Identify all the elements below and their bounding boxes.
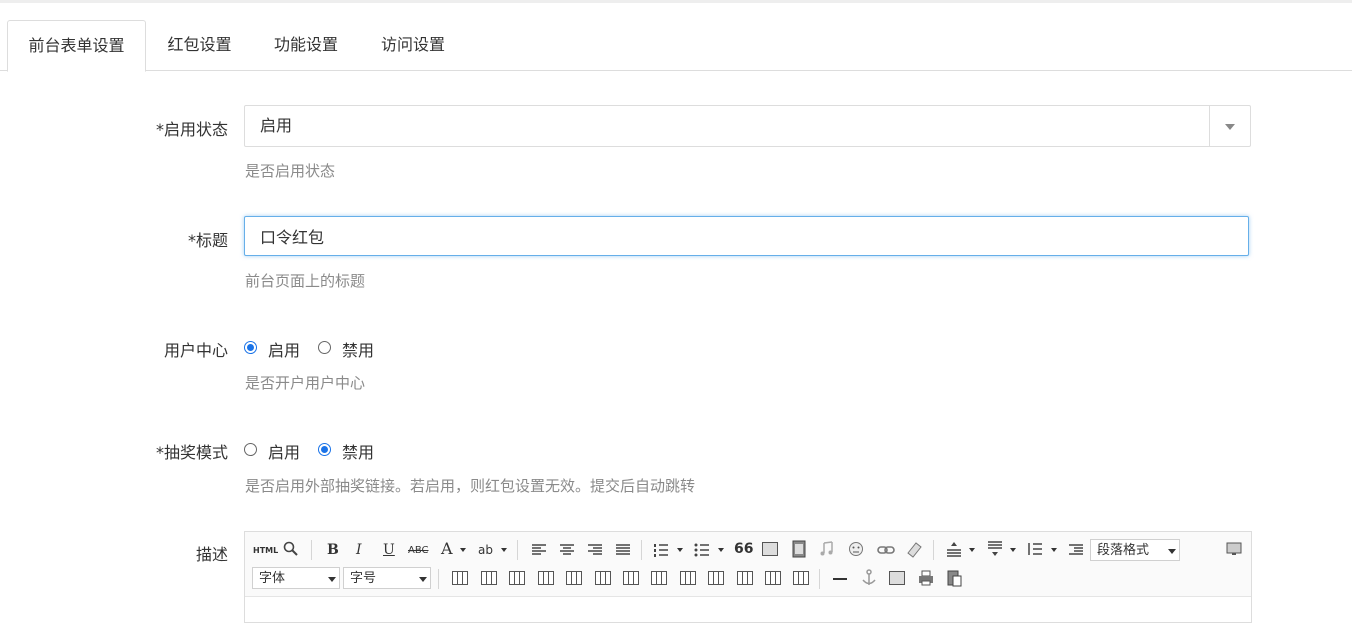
- tab-frontend-form-settings[interactable]: 前台表单设置: [7, 20, 146, 72]
- title-label: *标题: [187, 231, 228, 250]
- tab-bar: 前台表单设置 红包设置 功能设置 访问设置: [0, 20, 1352, 72]
- fullscreen-icon[interactable]: [1226, 541, 1242, 555]
- ordered-list-icon[interactable]: [653, 542, 669, 557]
- toolbar-separator: [933, 540, 934, 560]
- caret-down-icon: [328, 577, 336, 582]
- user-center-disable-label[interactable]: 禁用: [342, 337, 374, 361]
- lottery-mode-label: *抽奖模式: [155, 443, 228, 462]
- user-center-enable-radio[interactable]: [244, 341, 257, 354]
- tab-red-packet-settings[interactable]: 红包设置: [152, 20, 247, 70]
- merge-down-icon[interactable]: [708, 571, 724, 585]
- back-color-button[interactable]: ab: [478, 541, 493, 559]
- merge-right-icon[interactable]: [680, 571, 696, 585]
- description-label: 描述: [195, 545, 228, 564]
- title-help: 前台页面上的标题: [245, 272, 366, 290]
- unordered-list-icon[interactable]: [694, 542, 710, 557]
- status-select-value: 启用: [260, 116, 293, 135]
- split-to-cells-icon[interactable]: [737, 571, 753, 585]
- toolbar-separator: [641, 540, 642, 560]
- font-family-select[interactable]: 字体: [252, 567, 340, 589]
- bold-button[interactable]: B: [327, 541, 339, 559]
- caret-down-icon[interactable]: [460, 548, 466, 552]
- insert-paragraph-before-table-icon[interactable]: [509, 571, 525, 585]
- tab-access-settings[interactable]: 访问设置: [365, 20, 461, 70]
- emotion-icon[interactable]: [848, 541, 864, 556]
- lottery-mode-enable-label[interactable]: 启用: [268, 439, 300, 463]
- paragraph-format-value: 段落格式: [1097, 543, 1150, 558]
- anchor-icon[interactable]: [861, 569, 877, 585]
- insert-frame-icon[interactable]: [889, 571, 905, 585]
- status-label: *启用状态: [155, 120, 228, 139]
- font-size-value: 字号: [350, 571, 377, 586]
- caret-down-icon: [419, 577, 427, 582]
- caret-down-icon: [1168, 549, 1176, 554]
- caret-down-icon[interactable]: [1051, 548, 1057, 552]
- strikethrough-button[interactable]: ABC: [408, 542, 429, 560]
- delete-row-icon[interactable]: [566, 571, 582, 585]
- font-size-select[interactable]: 字号: [343, 567, 431, 589]
- align-center-icon[interactable]: [559, 542, 575, 556]
- caret-down-icon[interactable]: [718, 548, 724, 552]
- toolbar-separator: [517, 540, 518, 560]
- status-select[interactable]: 启用: [244, 105, 1251, 147]
- align-left-icon[interactable]: [531, 542, 547, 556]
- insert-column-icon[interactable]: [595, 571, 611, 585]
- indent-icon[interactable]: [1068, 542, 1084, 556]
- tab-function-settings[interactable]: 功能设置: [257, 20, 355, 70]
- insert-table-icon[interactable]: [452, 571, 468, 585]
- caret-down-icon[interactable]: [969, 548, 975, 552]
- toolbar-separator: [819, 569, 820, 589]
- preview-icon[interactable]: [283, 541, 299, 556]
- user-center-label: 用户中心: [163, 341, 228, 360]
- user-center-disable-radio[interactable]: [318, 341, 331, 354]
- italic-button[interactable]: I: [356, 541, 362, 559]
- chevron-down-icon[interactable]: [1209, 106, 1250, 146]
- lottery-mode-enable-radio[interactable]: [244, 443, 257, 456]
- underline-button[interactable]: U: [383, 541, 395, 559]
- user-center-enable-label[interactable]: 启用: [268, 337, 300, 361]
- link-icon[interactable]: [877, 542, 895, 556]
- paste-icon[interactable]: [946, 569, 962, 587]
- blockquote-button[interactable]: 66: [734, 540, 753, 558]
- caret-down-icon[interactable]: [501, 548, 507, 552]
- lottery-mode-help: 是否启用外部抽奖链接。若启用，则红包设置无效。提交后自动跳转: [245, 477, 696, 495]
- rich-text-editor[interactable]: HTML B I U ABC A ab 66 段落格式 字体 字号: [244, 531, 1252, 623]
- insert-row-icon[interactable]: [538, 571, 554, 585]
- font-color-button[interactable]: A: [441, 540, 453, 558]
- row-spacing-bottom-icon[interactable]: [987, 541, 1003, 556]
- delete-column-icon[interactable]: [623, 571, 639, 585]
- delete-table-icon[interactable]: [481, 571, 497, 585]
- lottery-mode-disable-radio[interactable]: [318, 443, 331, 456]
- caret-down-icon[interactable]: [1010, 548, 1016, 552]
- align-justify-icon[interactable]: [615, 542, 631, 556]
- title-input[interactable]: [244, 216, 1249, 256]
- user-center-help: 是否开户用户中心: [245, 374, 366, 392]
- align-right-icon[interactable]: [587, 542, 603, 556]
- toolbar-separator: [438, 569, 439, 589]
- merge-cells-icon[interactable]: [651, 571, 667, 585]
- status-help: 是否启用状态: [245, 162, 336, 180]
- row-spacing-top-icon[interactable]: [946, 541, 962, 557]
- line-height-icon[interactable]: [1027, 541, 1043, 555]
- image-icon[interactable]: [762, 542, 778, 556]
- split-to-cols-icon[interactable]: [793, 571, 809, 585]
- print-icon[interactable]: [918, 570, 934, 586]
- lottery-mode-disable-label[interactable]: 禁用: [342, 439, 374, 463]
- top-border: [0, 0, 1352, 3]
- split-to-rows-icon[interactable]: [765, 571, 781, 585]
- eraser-icon[interactable]: [905, 540, 922, 558]
- toolbar-separator: [311, 540, 312, 560]
- horizontal-rule-icon[interactable]: [832, 571, 848, 585]
- video-icon[interactable]: [791, 540, 807, 558]
- caret-down-icon[interactable]: [677, 548, 683, 552]
- music-icon[interactable]: [819, 541, 835, 556]
- paragraph-format-select[interactable]: 段落格式: [1090, 539, 1180, 561]
- font-family-value: 字体: [259, 571, 286, 586]
- html-source-button[interactable]: HTML: [253, 542, 278, 560]
